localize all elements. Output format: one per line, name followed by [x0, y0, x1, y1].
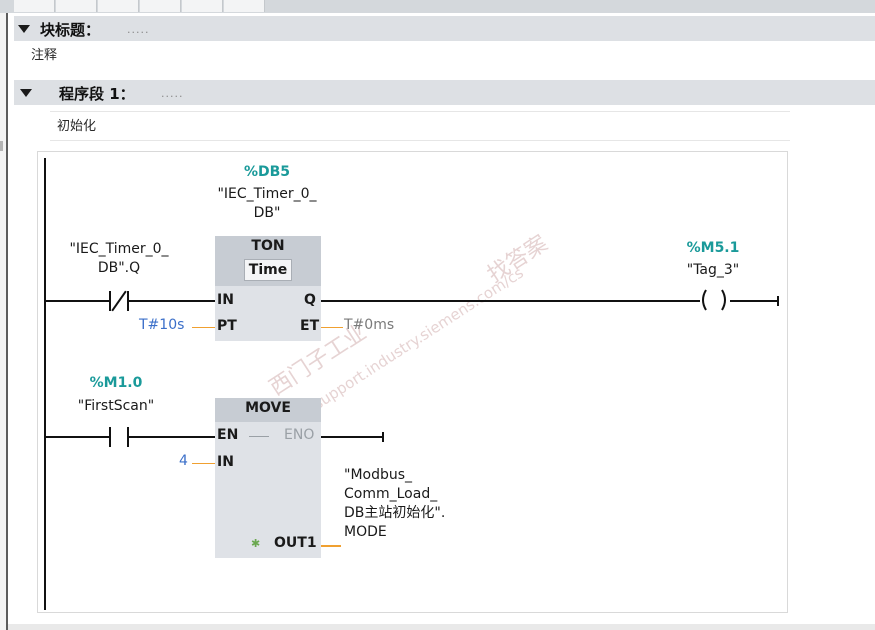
rung-end-marker [382, 432, 384, 442]
wire [321, 436, 383, 438]
operand-line: Comm_Load_ [344, 486, 438, 502]
block-title-label: 块标题： [40, 21, 101, 39]
operand-line: "Modbus_ [344, 467, 413, 483]
wire [730, 300, 778, 302]
pin-in: IN [217, 292, 234, 308]
param-wire [321, 327, 343, 328]
network-comment: 初始化 [57, 119, 97, 134]
toolbar-button[interactable] [98, 0, 139, 12]
toolbar-button[interactable] [140, 0, 181, 12]
toolbar-button[interactable] [224, 0, 265, 12]
pin-et: ET [300, 318, 320, 334]
param-wire [321, 545, 341, 547]
no-contact-left-bar[interactable] [109, 427, 111, 447]
pin-eno: ENO [284, 427, 315, 443]
collapse-triangle-icon[interactable] [20, 89, 32, 97]
left-frame [0, 13, 8, 630]
pin-out1: OUT1 [274, 535, 317, 551]
bottom-strip [8, 624, 875, 630]
power-rail [44, 158, 46, 610]
et-value[interactable]: T#0ms [344, 317, 394, 333]
network-header: 程序段 1： ..... [14, 80, 875, 105]
contact-tag-line: "IEC_Timer_0_ [69, 241, 169, 257]
collapse-triangle-icon[interactable] [18, 25, 30, 33]
coil-tag[interactable]: "Tag_3" [668, 261, 758, 280]
wire [321, 300, 700, 302]
ton-box-title: TON [251, 238, 285, 254]
pin-pt: PT [217, 318, 237, 334]
timer-type-label: Time [248, 262, 288, 278]
timer-db-name[interactable]: "IEC_Timer_0_ DB" [200, 185, 334, 223]
wire [46, 300, 110, 302]
editor-toolbar [0, 0, 875, 13]
operand-line: DB主站初始化". [344, 505, 446, 521]
wire [129, 300, 215, 302]
output-coil[interactable] [697, 288, 731, 312]
en-eno-link [249, 436, 269, 437]
ton-timer-box[interactable]: TON Time IN PT Q ET [215, 236, 321, 341]
timer-type-selector[interactable]: Time [244, 259, 292, 281]
block-title-placeholder[interactable]: ..... [127, 23, 149, 36]
pin-q: Q [304, 292, 316, 308]
param-wire [192, 463, 215, 464]
add-output-icon[interactable]: ✱ [251, 537, 260, 550]
rung-end-marker [777, 296, 779, 306]
timer-db-address[interactable]: %DB5 [200, 164, 334, 180]
operand-line: MODE [344, 524, 387, 540]
wire [129, 436, 215, 438]
network-comment-row[interactable]: 初始化 [50, 111, 790, 141]
param-wire [192, 327, 215, 328]
toolbar-button[interactable] [182, 0, 223, 12]
resize-grip[interactable] [0, 141, 3, 151]
contact-address[interactable]: %M1.0 [66, 375, 166, 391]
block-title-header: 块标题： ..... [14, 16, 875, 41]
coil-icon [702, 289, 726, 311]
pin-en: EN [217, 427, 239, 443]
wire [46, 436, 110, 438]
move-box-title: MOVE [245, 400, 291, 416]
move-box[interactable]: MOVE EN ENO IN ✱ OUT1 [215, 398, 321, 558]
toolbar-button[interactable] [56, 0, 97, 12]
in-value[interactable]: 4 [179, 453, 188, 469]
timer-db-line: "IEC_Timer_0_ [217, 186, 317, 202]
pin-in: IN [217, 454, 234, 470]
out1-operand[interactable]: "Modbus_ Comm_Load_ DB主站初始化". MODE [344, 466, 504, 542]
nc-contact-left-bar[interactable] [109, 291, 111, 311]
contact-tag[interactable]: "IEC_Timer_0_ DB".Q [56, 240, 182, 278]
block-comment: 注释 [31, 48, 58, 63]
contact-tag[interactable]: "FirstScan" [56, 397, 176, 416]
network-title: 程序段 1： [59, 85, 135, 103]
pt-value[interactable]: T#10s [139, 317, 184, 333]
coil-address[interactable]: %M5.1 [668, 240, 758, 256]
toolbar-button[interactable] [14, 0, 55, 12]
contact-tag-line: DB".Q [97, 260, 141, 276]
timer-db-line: DB" [253, 205, 281, 221]
network-title-placeholder[interactable]: ..... [161, 87, 183, 100]
block-comment-row[interactable]: 注释 [14, 41, 875, 69]
